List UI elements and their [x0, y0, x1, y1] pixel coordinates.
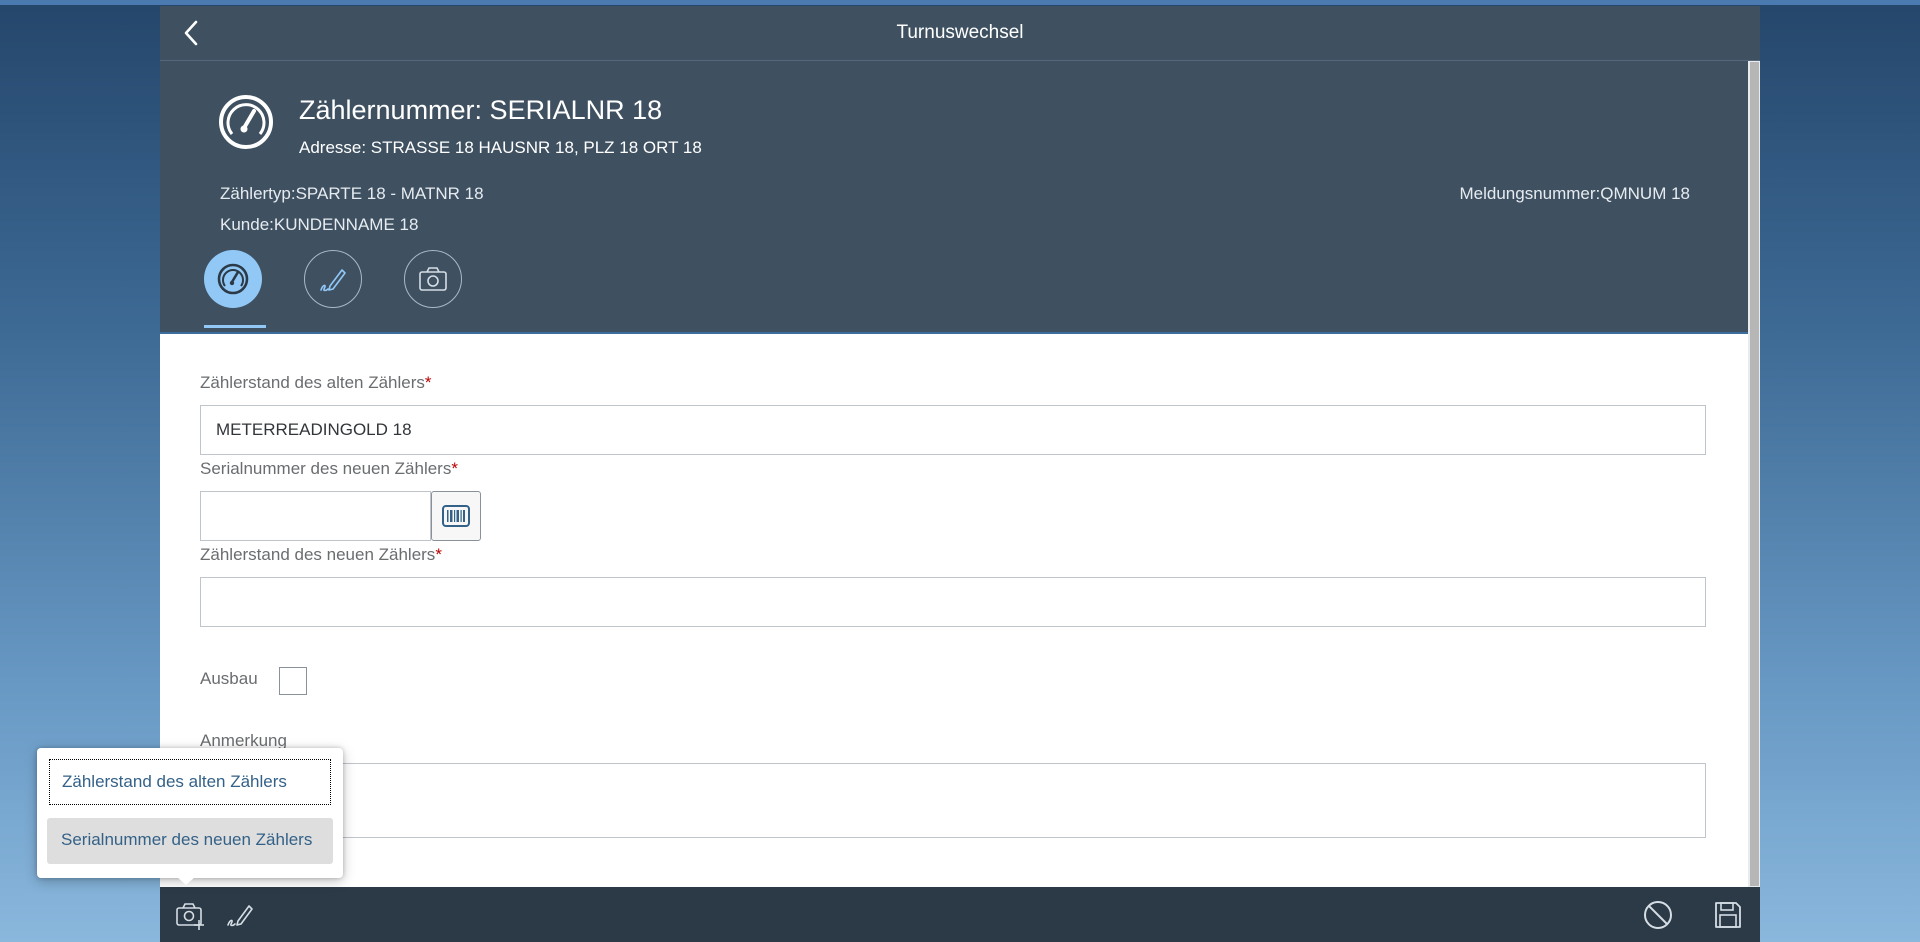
old-reading-label: Zählerstand des alten Zählers*	[200, 373, 432, 392]
removal-label: Ausbau	[200, 669, 258, 688]
back-button[interactable]	[176, 18, 206, 48]
cancel-icon	[1644, 901, 1672, 929]
address-text: Adresse: STRASSE 18 HAUSNR 18, PLZ 18 OR…	[299, 138, 702, 157]
field-navigation-popover: Zählerstand des alten Zählers Serialnumm…	[37, 748, 343, 878]
top-accent-line	[0, 0, 1920, 5]
camera-add-icon	[176, 903, 204, 930]
save-button[interactable]	[1708, 895, 1748, 935]
object-header: Zählernummer: SERIALNR 18 Adresse: STRAS…	[160, 61, 1748, 333]
barcode-scanner-icon	[442, 505, 470, 527]
meter-gauge-icon	[219, 95, 273, 149]
old-reading-input[interactable]	[200, 405, 1706, 455]
cancel-button[interactable]	[1638, 895, 1678, 935]
meter-gauge-icon	[217, 263, 249, 295]
tab-signature[interactable]	[304, 250, 362, 308]
barcode-scan-button[interactable]	[431, 491, 481, 541]
add-photo-button[interactable]	[170, 895, 210, 935]
remark-textarea[interactable]	[200, 763, 1706, 838]
popover-item-old-reading[interactable]: Zählerstand des alten Zählers	[49, 759, 331, 805]
header-separator	[160, 332, 1760, 334]
tab-photo[interactable]	[404, 250, 462, 308]
save-icon	[1715, 902, 1741, 928]
new-reading-label: Zählerstand des neuen Zählers*	[200, 545, 442, 564]
active-tab-indicator	[204, 325, 266, 328]
removal-checkbox[interactable]	[279, 667, 307, 695]
meter-number-title: Zählernummer: SERIALNR 18	[299, 95, 663, 125]
signature-icon	[227, 905, 253, 927]
new-serial-input[interactable]	[200, 491, 431, 541]
popover-item-new-serial[interactable]: Serialnummer des neuen Zählers	[47, 818, 333, 864]
popover-arrow	[176, 876, 196, 885]
title-bar: Turnuswechsel	[160, 6, 1760, 61]
meter-type-attribute: Zählertyp:SPARTE 18 - MATNR 18	[220, 184, 484, 203]
customer-attribute: Kunde:KUNDENNAME 18	[220, 215, 419, 234]
camera-icon	[419, 267, 447, 291]
footer-toolbar	[160, 887, 1760, 942]
tab-meter-reading[interactable]	[204, 250, 262, 308]
signature-icon	[320, 269, 346, 292]
app-window: Turnuswechsel Zählernummer: SERIALNR 18 …	[160, 6, 1760, 942]
notification-number-attribute: Meldungsnummer:QMNUM 18	[1459, 184, 1690, 203]
new-reading-input[interactable]	[200, 577, 1706, 627]
signature-button[interactable]	[220, 895, 260, 935]
new-serial-label: Serialnummer des neuen Zählers*	[200, 459, 458, 478]
page-title: Turnuswechsel	[896, 22, 1024, 43]
scrollbar-thumb[interactable]	[1750, 62, 1759, 886]
chevron-left-icon	[184, 20, 198, 46]
